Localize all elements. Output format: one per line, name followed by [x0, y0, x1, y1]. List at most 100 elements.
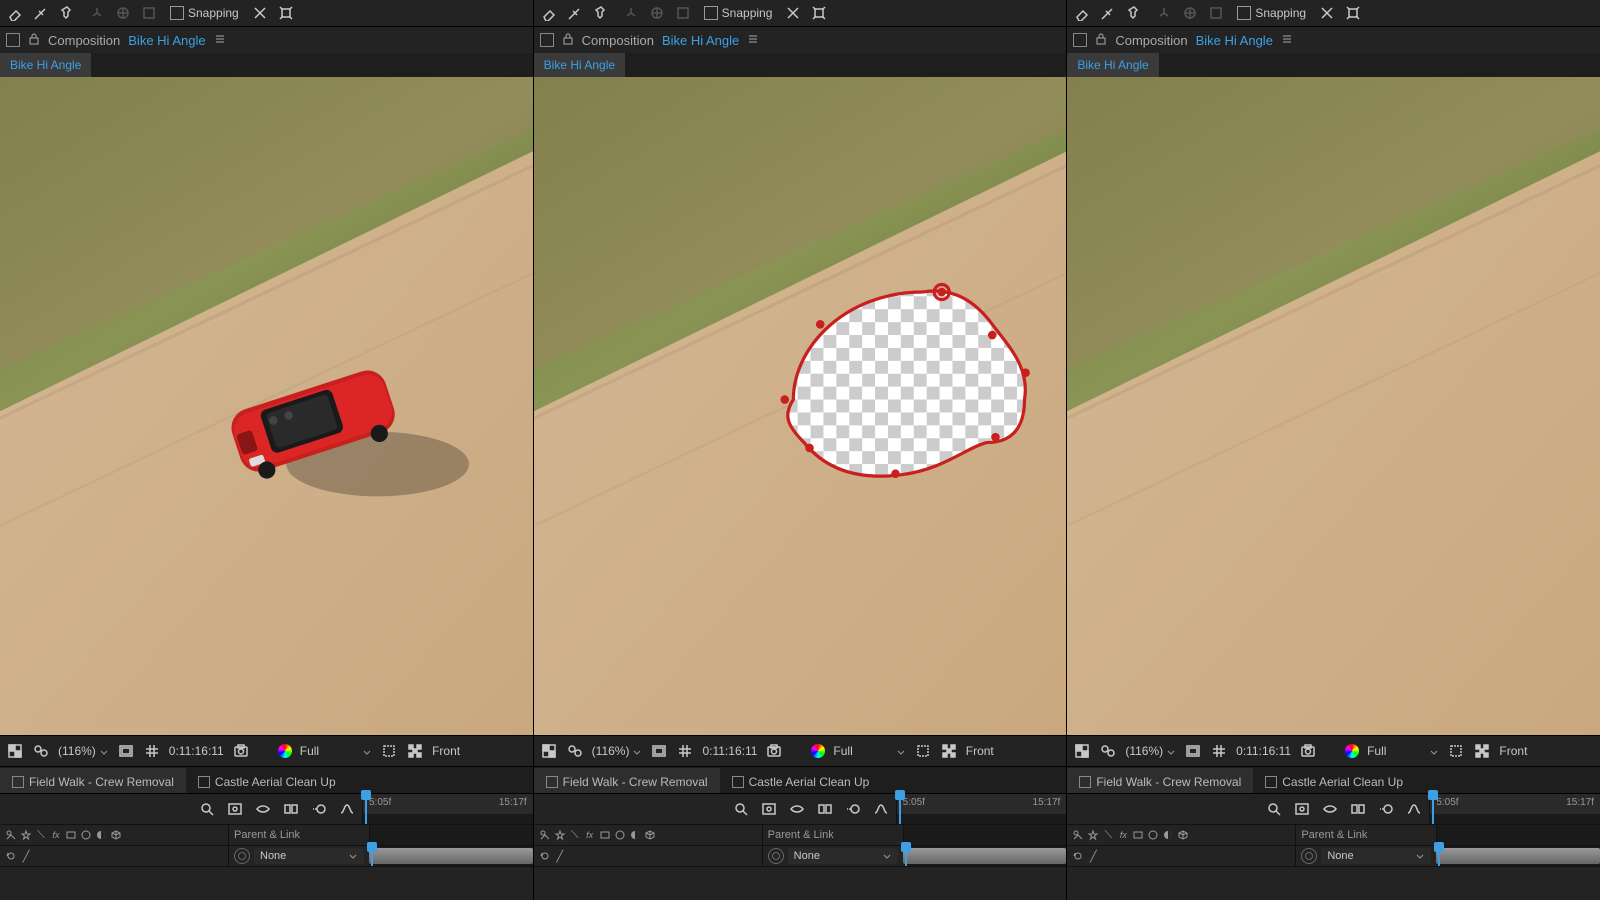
snapshot-icon[interactable] [765, 742, 783, 760]
comp-mini-icon[interactable] [226, 800, 244, 818]
color-management-icon[interactable] [278, 744, 292, 758]
alpha-icon[interactable] [6, 742, 24, 760]
pin-tool-icon[interactable] [58, 4, 76, 22]
layer-reset-icon[interactable] [4, 849, 18, 863]
brush-tool-icon[interactable] [1099, 4, 1117, 22]
project-tab-1[interactable]: Field Walk - Crew Removal [0, 768, 186, 796]
shy-switch-icon[interactable]: ⟍ [568, 828, 582, 842]
3d-switch-icon[interactable] [1176, 828, 1190, 842]
resolution-dropdown[interactable]: Full [833, 744, 905, 758]
axis-world-icon[interactable] [648, 4, 666, 22]
timeline-ruler[interactable]: 5:05f15:17f [897, 794, 1067, 814]
roi-icon[interactable] [1447, 742, 1465, 760]
shy-icon[interactable] [254, 800, 272, 818]
frame-blend-switch-icon[interactable] [1131, 828, 1145, 842]
composition-viewport[interactable] [1067, 77, 1600, 735]
snapping-checkbox[interactable] [170, 6, 184, 20]
graph-editor-icon[interactable] [1405, 800, 1423, 818]
timecode-display[interactable]: 0:11:16:11 [702, 744, 757, 758]
adjustment-switch-icon[interactable] [1161, 828, 1175, 842]
axis-view-icon[interactable] [1207, 4, 1225, 22]
transparency-grid-icon[interactable] [406, 742, 424, 760]
av-switch-icon[interactable] [1071, 828, 1085, 842]
av-switch-icon[interactable] [538, 828, 552, 842]
fx-switch-icon[interactable]: fx [583, 828, 597, 842]
search-icon[interactable] [732, 800, 750, 818]
layer-reset-icon[interactable] [1071, 849, 1085, 863]
playhead[interactable] [371, 846, 373, 866]
axis-view-icon[interactable] [140, 4, 158, 22]
axis-world-icon[interactable] [114, 4, 132, 22]
view-dropdown[interactable]: Front [432, 744, 460, 758]
layer-edit-icon[interactable]: ╱ [553, 849, 567, 863]
project-tab-2[interactable]: Castle Aerial Clean Up [186, 768, 348, 796]
layer-clip[interactable] [903, 848, 1067, 864]
view-dropdown[interactable]: Front [1499, 744, 1527, 758]
parent-dropdown[interactable]: None [1321, 848, 1431, 864]
color-management-icon[interactable] [1345, 744, 1359, 758]
comp-mini-icon[interactable] [1293, 800, 1311, 818]
snapshot-icon[interactable] [1299, 742, 1317, 760]
pickwhip-icon[interactable] [234, 848, 250, 864]
snapshot-icon[interactable] [232, 742, 250, 760]
adjustment-switch-icon[interactable] [94, 828, 108, 842]
fx-switch-icon[interactable]: fx [1116, 828, 1130, 842]
timeline-ruler[interactable]: 5:05f15:17f [1430, 794, 1600, 814]
axis-world-icon[interactable] [1181, 4, 1199, 22]
motion-blur-switch-icon[interactable] [613, 828, 627, 842]
axis-local-icon[interactable] [1155, 4, 1173, 22]
grid-icon[interactable] [676, 742, 694, 760]
timecode-display[interactable]: 0:11:16:11 [1236, 744, 1291, 758]
motion-blur-icon[interactable] [844, 800, 862, 818]
layer-reset-icon[interactable] [538, 849, 552, 863]
brush-tool-icon[interactable] [32, 4, 50, 22]
parent-dropdown[interactable]: None [254, 848, 364, 864]
zoom-dropdown[interactable]: (116%) [1125, 744, 1176, 758]
safe-zones-icon[interactable] [650, 742, 668, 760]
panel-menu-icon[interactable] [1281, 33, 1293, 48]
motion-blur-switch-icon[interactable] [1146, 828, 1160, 842]
pickwhip-icon[interactable] [1301, 848, 1317, 864]
star-switch-icon[interactable] [553, 828, 567, 842]
composition-name[interactable]: Bike Hi Angle [1196, 33, 1273, 48]
resolution-dropdown[interactable]: Full [300, 744, 372, 758]
alpha-icon[interactable] [1073, 742, 1091, 760]
snap-edge-icon[interactable] [784, 4, 802, 22]
project-tab-2[interactable]: Castle Aerial Clean Up [720, 768, 882, 796]
frame-blend-icon[interactable] [282, 800, 300, 818]
timecode-display[interactable]: 0:11:16:11 [169, 744, 224, 758]
frame-blend-switch-icon[interactable] [64, 828, 78, 842]
pickwhip-icon[interactable] [768, 848, 784, 864]
snapping-toggle[interactable]: Snapping [1237, 6, 1306, 20]
safe-zones-icon[interactable] [1184, 742, 1202, 760]
snap-edge-icon[interactable] [1318, 4, 1336, 22]
mask-visibility-icon[interactable] [566, 742, 584, 760]
snap-collapse-icon[interactable] [810, 4, 828, 22]
frame-blend-icon[interactable] [1349, 800, 1367, 818]
star-switch-icon[interactable] [19, 828, 33, 842]
transparency-grid-icon[interactable] [1473, 742, 1491, 760]
project-tab-1[interactable]: Field Walk - Crew Removal [534, 768, 720, 796]
eraser-tool-icon[interactable] [1073, 4, 1091, 22]
mask-visibility-icon[interactable] [1099, 742, 1117, 760]
grid-icon[interactable] [143, 742, 161, 760]
adjustment-switch-icon[interactable] [628, 828, 642, 842]
axis-local-icon[interactable] [622, 4, 640, 22]
3d-switch-icon[interactable] [109, 828, 123, 842]
playhead[interactable] [905, 846, 907, 866]
composition-name[interactable]: Bike Hi Angle [128, 33, 205, 48]
snapping-checkbox[interactable] [1237, 6, 1251, 20]
frame-blend-icon[interactable] [816, 800, 834, 818]
transparency-grid-icon[interactable] [940, 742, 958, 760]
shy-switch-icon[interactable]: ⟍ [34, 828, 48, 842]
safe-zones-icon[interactable] [117, 742, 135, 760]
composition-name[interactable]: Bike Hi Angle [662, 33, 739, 48]
playhead[interactable] [365, 794, 367, 824]
lock-icon[interactable] [562, 33, 574, 48]
star-switch-icon[interactable] [1086, 828, 1100, 842]
graph-editor-icon[interactable] [338, 800, 356, 818]
motion-blur-switch-icon[interactable] [79, 828, 93, 842]
snap-collapse-icon[interactable] [277, 4, 295, 22]
pin-tool-icon[interactable] [592, 4, 610, 22]
comp-mini-icon[interactable] [760, 800, 778, 818]
